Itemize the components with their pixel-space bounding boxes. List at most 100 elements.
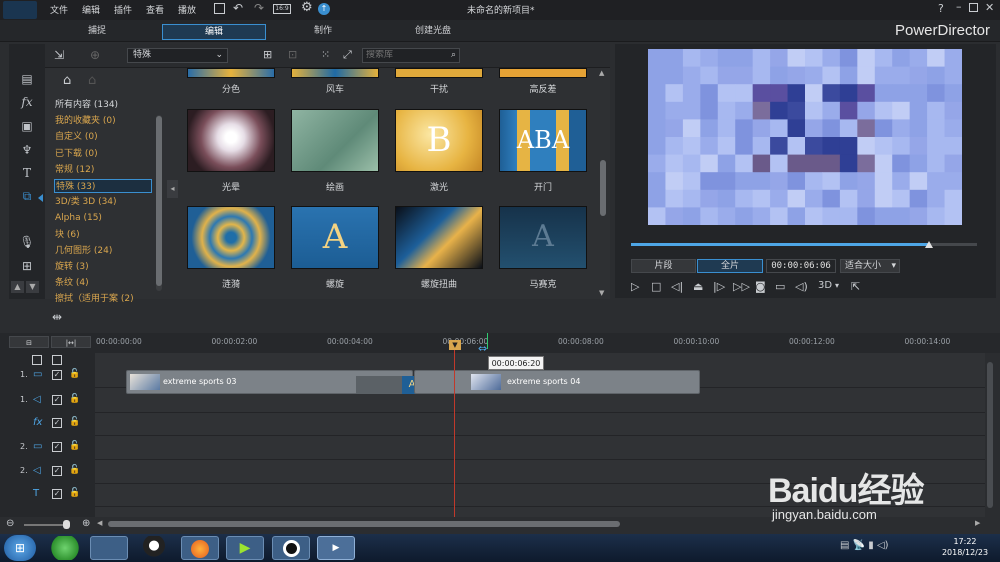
taskbar-explorer-icon[interactable] bbox=[90, 536, 128, 560]
category-item[interactable]: 旋转 (3) bbox=[54, 260, 152, 274]
thumb-gaofancha[interactable] bbox=[499, 68, 587, 78]
tab-create-disc[interactable]: 创建光盘 bbox=[383, 24, 483, 40]
close-icon[interactable]: ✕ bbox=[985, 1, 994, 14]
3d-dropdown-icon[interactable]: ▾ bbox=[835, 281, 839, 290]
clock[interactable]: 17:22 2018/12/23 bbox=[940, 537, 990, 557]
thumb-luoxuan[interactable]: A bbox=[291, 206, 379, 269]
category-item[interactable]: 所有内容 (134) bbox=[54, 98, 152, 112]
zoom-out-icon[interactable]: ⊖ bbox=[6, 518, 14, 529]
zoom-in-icon[interactable]: ⊕ bbox=[82, 518, 90, 529]
volume-icon[interactable]: ◁) bbox=[795, 280, 808, 293]
fit-size-select[interactable]: 适合大小 ▾ bbox=[840, 259, 900, 273]
category-item[interactable]: 块 (6) bbox=[54, 228, 152, 242]
track-enable-checkbox[interactable]: ✓ bbox=[52, 418, 62, 428]
thumb-kaimen[interactable]: ABA bbox=[499, 109, 587, 172]
scroll-up-arrow-icon[interactable]: ▲ bbox=[599, 69, 604, 77]
track-enable-checkbox[interactable]: ✓ bbox=[52, 395, 62, 405]
storyboard-button[interactable]: |↔| bbox=[51, 336, 91, 348]
category-item[interactable]: 常规 (12) bbox=[54, 163, 152, 177]
tray-icons[interactable]: ▤ 📡 ▮ ◁) bbox=[840, 540, 889, 551]
subtitle-room-icon[interactable]: ⊞ bbox=[19, 258, 35, 274]
pip-room-icon[interactable]: ▣ bbox=[19, 118, 35, 134]
menu-plugins[interactable]: 插件 bbox=[114, 3, 132, 16]
track-lock-icon[interactable]: 🔓 bbox=[69, 465, 80, 475]
menu-file[interactable]: 文件 bbox=[50, 3, 68, 16]
track-enable-checkbox[interactable]: ✓ bbox=[52, 370, 62, 380]
thumb-fenshe[interactable] bbox=[187, 68, 275, 78]
category-item[interactable]: 3D/类 3D (34) bbox=[54, 195, 152, 209]
category-item[interactable]: 几何图形 (24) bbox=[54, 244, 152, 258]
track-lock-icon[interactable]: 🔓 bbox=[69, 369, 80, 379]
update-icon[interactable]: ↑ bbox=[318, 3, 330, 15]
search-icon[interactable]: ⌕ bbox=[451, 49, 456, 62]
undo-icon[interactable]: ↶ bbox=[233, 1, 243, 15]
track-lock-icon[interactable]: 🔓 bbox=[69, 488, 80, 498]
snapshot-icon[interactable]: ◙ bbox=[755, 280, 766, 293]
collapse-panel-icon[interactable]: ◂ bbox=[167, 180, 178, 198]
thumb-fengche[interactable] bbox=[291, 68, 379, 78]
minimize-icon[interactable]: – bbox=[956, 0, 962, 13]
scroll-down-arrow-icon[interactable]: ▼ bbox=[599, 289, 604, 297]
library-scrollbar[interactable] bbox=[600, 160, 606, 216]
aspect-ratio-icon[interactable]: 16:9 bbox=[273, 4, 291, 14]
taskbar-powerdirector-icon[interactable]: ▶ bbox=[317, 536, 355, 560]
thumb-huihua[interactable] bbox=[291, 109, 379, 172]
taskbar-firefox-icon[interactable] bbox=[191, 540, 209, 558]
category-item[interactable]: 自定义 (0) bbox=[54, 130, 152, 144]
fast-forward-icon[interactable]: ▷▷ bbox=[733, 280, 750, 293]
menu-play[interactable]: 播放 bbox=[178, 3, 196, 16]
voice-room-icon[interactable]: 🎙 bbox=[19, 234, 35, 250]
transition-room-icon[interactable]: ⧉ bbox=[19, 188, 35, 204]
timeline-track-row[interactable] bbox=[95, 414, 985, 436]
redo-icon[interactable]: ↷ bbox=[254, 1, 264, 15]
track-manager-button[interactable]: ⊟ bbox=[9, 336, 49, 348]
track-enable-checkbox[interactable]: ✓ bbox=[52, 442, 62, 452]
grid-view-icon[interactable]: ⁙ bbox=[321, 48, 330, 61]
category-item[interactable]: 我的收藏夹 (0) bbox=[54, 114, 152, 128]
menu-view[interactable]: 查看 bbox=[146, 3, 164, 16]
3d-toggle[interactable]: 3D bbox=[818, 280, 832, 291]
scroll-left-icon[interactable]: ◀ bbox=[97, 519, 102, 527]
help-icon[interactable]: ? bbox=[938, 2, 944, 15]
enable-all-checkbox[interactable] bbox=[52, 355, 62, 365]
track-lock-icon[interactable]: 🔓 bbox=[69, 394, 80, 404]
media-room-icon[interactable]: ▤ bbox=[19, 71, 35, 87]
thumb-masaike[interactable]: A bbox=[499, 206, 587, 269]
category-item[interactable]: Alpha (15) bbox=[54, 211, 152, 225]
prev-frame-icon[interactable]: ◁| bbox=[671, 280, 683, 293]
fx-room-icon[interactable]: fx bbox=[19, 94, 35, 110]
play-icon[interactable]: ▷ bbox=[631, 280, 639, 293]
category-item[interactable]: 特殊 (33) bbox=[54, 179, 152, 193]
tag-icon[interactable]: ⌂ bbox=[63, 73, 71, 88]
category-item[interactable]: 已下载 (0) bbox=[54, 147, 152, 161]
subtitle-icon[interactable]: ▭ bbox=[775, 280, 785, 293]
zoom-slider-handle[interactable] bbox=[63, 520, 70, 529]
track-lock-icon[interactable]: 🔓 bbox=[69, 417, 80, 427]
thumb-luoxuan-niuqu[interactable] bbox=[395, 206, 483, 269]
track-enable-checkbox[interactable]: ✓ bbox=[52, 489, 62, 499]
tab-edit[interactable]: 编辑 bbox=[162, 24, 266, 40]
stop-icon[interactable]: □ bbox=[651, 280, 661, 293]
library-search-box[interactable]: ⌕ bbox=[362, 48, 460, 63]
category-item[interactable]: 条纹 (4) bbox=[54, 276, 152, 290]
taskbar-media-icon[interactable]: ▶ bbox=[226, 536, 264, 560]
scroll-down-icon[interactable]: ▼ bbox=[26, 281, 39, 293]
taskbar-app-icon[interactable] bbox=[46, 536, 84, 560]
save-icon[interactable] bbox=[214, 3, 225, 14]
taskbar-record-icon[interactable] bbox=[282, 540, 300, 557]
tab-capture[interactable]: 捕捉 bbox=[47, 24, 147, 40]
split-icon[interactable]: ⏏ bbox=[693, 280, 703, 293]
preview-scrub-handle[interactable] bbox=[924, 241, 933, 248]
settings-icon[interactable]: ⚙ bbox=[301, 0, 313, 15]
expand-icon[interactable]: ⤢ bbox=[343, 48, 352, 62]
timeline-track-row[interactable] bbox=[95, 391, 985, 413]
track-lock-icon[interactable]: 🔓 bbox=[69, 441, 80, 451]
search-input[interactable] bbox=[366, 50, 440, 60]
thumb-ganrao[interactable] bbox=[395, 68, 483, 78]
thumb-guangyun[interactable] bbox=[187, 109, 275, 172]
playhead-handle[interactable]: ▼ bbox=[449, 340, 461, 350]
particle-room-icon[interactable]: ♆ bbox=[19, 142, 35, 158]
category-filter-select[interactable]: 特殊 ⌄ bbox=[127, 48, 228, 63]
movie-mode-button[interactable]: 全片 bbox=[697, 259, 763, 273]
menu-edit[interactable]: 编辑 bbox=[82, 3, 100, 16]
